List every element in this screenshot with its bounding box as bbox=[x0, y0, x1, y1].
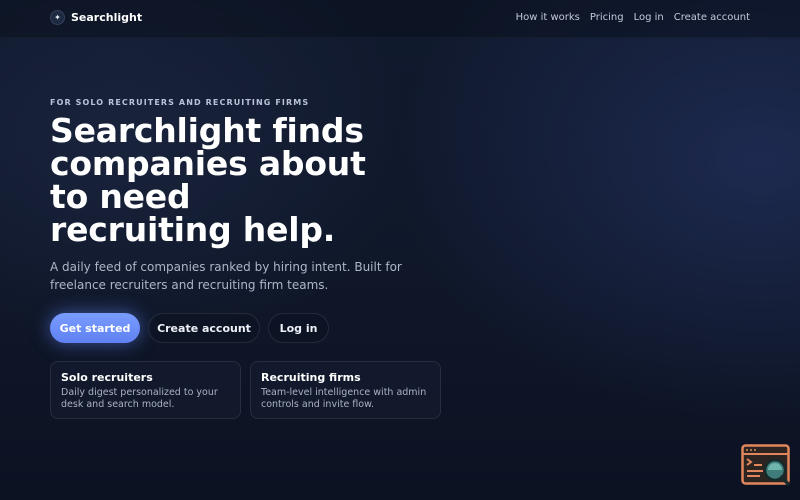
audience-cards: Solo recruiters Daily digest personalize… bbox=[50, 361, 441, 419]
hero-subtext: A daily feed of companies ranked by hiri… bbox=[50, 260, 402, 292]
nav-how-it-works[interactable]: How it works bbox=[516, 12, 580, 23]
log-in-button[interactable]: Log in bbox=[268, 313, 329, 343]
create-account-button[interactable]: Create account bbox=[148, 313, 260, 343]
sparkle-icon: ✦ bbox=[50, 10, 65, 25]
brand-name: Searchlight bbox=[71, 11, 143, 24]
browser-search-icon[interactable] bbox=[741, 444, 791, 488]
nav-create-account[interactable]: Create account bbox=[674, 12, 750, 23]
top-nav-bar: ✦ Searchlight How it works Pricing Log i… bbox=[0, 0, 800, 38]
card-title: Recruiting firms bbox=[261, 371, 361, 384]
brand-logo[interactable]: ✦ Searchlight bbox=[50, 10, 142, 25]
card-recruiting-firms: Recruiting firms Team-level intelligence… bbox=[250, 361, 441, 419]
card-title: Solo recruiters bbox=[61, 371, 153, 384]
nav-links: How it works Pricing Log in Create accou… bbox=[516, 12, 750, 23]
card-description: Team-level intelligence with admin contr… bbox=[261, 387, 427, 410]
card-solo-recruiters: Solo recruiters Daily digest personalize… bbox=[50, 361, 241, 419]
hero-actions: Get started Create account Log in bbox=[50, 313, 329, 343]
nav-log-in[interactable]: Log in bbox=[634, 12, 664, 23]
get-started-button[interactable]: Get started bbox=[50, 313, 140, 343]
card-description: Daily digest personalized to your desk a… bbox=[61, 387, 218, 410]
nav-pricing[interactable]: Pricing bbox=[590, 12, 624, 23]
hero-headline: Searchlight finds companies about to nee… bbox=[50, 111, 366, 249]
hero-eyebrow: FOR SOLO RECRUITERS AND RECRUITING FIRMS bbox=[50, 98, 310, 107]
